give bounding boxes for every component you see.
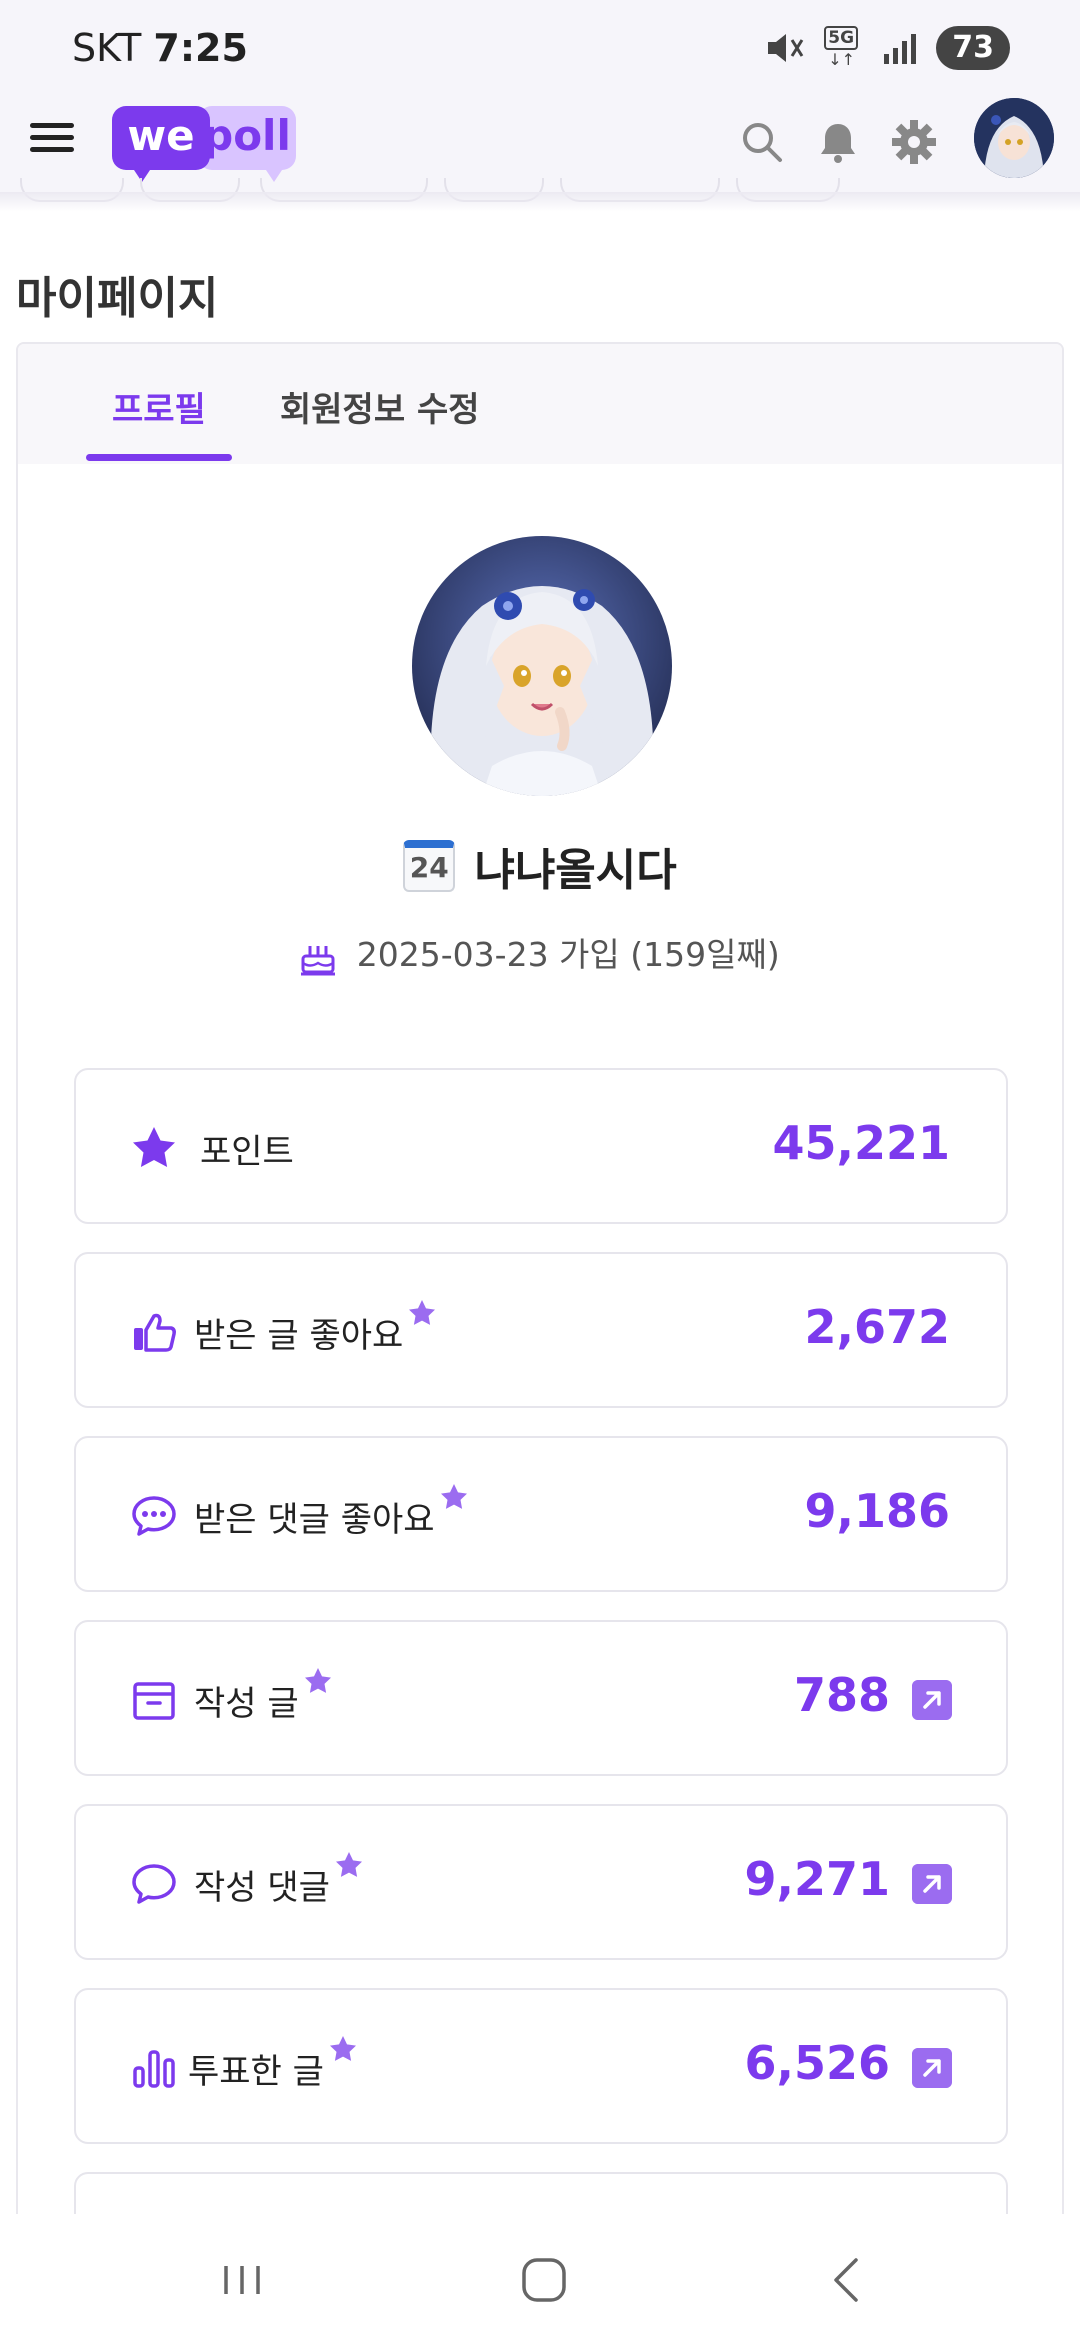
wepoll-logo[interactable]: poll we bbox=[112, 102, 296, 188]
stat-value: 45,221 bbox=[772, 1116, 950, 1170]
stat-written-comments[interactable]: 작성 댓글 9,271 bbox=[74, 1804, 1008, 1960]
logo-we: we bbox=[112, 106, 210, 170]
calendar-icon: 24 bbox=[403, 840, 456, 892]
stat-value: 6,526 bbox=[744, 2036, 890, 2090]
external-link-icon[interactable] bbox=[912, 1864, 952, 1904]
tab-bar: 프로필 회원정보 수정 bbox=[18, 344, 1062, 464]
stat-received-post-likes: 받은 글 좋아요 2,672 bbox=[74, 1252, 1008, 1408]
stat-received-comment-likes: 받은 댓글 좋아요 9,186 bbox=[74, 1436, 1008, 1592]
stat-points: 포인트 45,221 bbox=[74, 1068, 1008, 1224]
star-badge-icon bbox=[304, 1668, 331, 1693]
search-icon[interactable] bbox=[738, 118, 786, 166]
page-title: 마이페이지 bbox=[16, 273, 219, 324]
stat-label: 작성 글 bbox=[194, 1668, 333, 1725]
active-tab-indicator bbox=[86, 454, 232, 461]
battery-indicator: 73 bbox=[936, 26, 1010, 70]
carrier-time: SKT 7:25 bbox=[72, 26, 248, 70]
carrier-label: SKT bbox=[72, 26, 142, 70]
stat-value: 9,271 bbox=[744, 1852, 890, 1906]
signal-icon bbox=[884, 34, 917, 64]
archive-icon bbox=[133, 1682, 175, 1720]
cake-icon bbox=[301, 945, 336, 975]
join-date-text: 2025-03-23 가입 (159일째) bbox=[356, 935, 780, 974]
star-badge-icon bbox=[329, 2036, 356, 2061]
stat-label: 받은 댓글 좋아요 bbox=[194, 1484, 469, 1541]
stat-value: 2,672 bbox=[804, 1300, 950, 1354]
thumbs-up-icon bbox=[134, 1313, 176, 1352]
nickname-row: 24 냐냐올시다 bbox=[18, 834, 1062, 898]
recent-apps-icon[interactable] bbox=[212, 2250, 272, 2310]
stat-label: 받은 글 좋아요 bbox=[194, 1300, 437, 1357]
join-date-row: 2025-03-23 가입 (159일째) bbox=[18, 928, 1062, 976]
external-link-icon[interactable] bbox=[912, 2048, 952, 2088]
system-nav-bar bbox=[0, 2214, 1080, 2340]
profile-avatar bbox=[412, 536, 672, 796]
back-icon[interactable] bbox=[818, 2250, 878, 2310]
network-5g-icon: 5G ↓↑ bbox=[820, 26, 864, 70]
stat-label: 투표한 글 bbox=[188, 2036, 358, 2093]
status-bar: SKT 7:25 5G ↓↑ 73 bbox=[0, 0, 1080, 98]
tab-profile[interactable]: 프로필 bbox=[112, 382, 206, 431]
bar-chart-icon bbox=[133, 2050, 175, 2088]
stat-value: 9,186 bbox=[804, 1484, 950, 1538]
avatar[interactable] bbox=[974, 98, 1054, 178]
mute-icon bbox=[768, 34, 804, 62]
tab-edit-member-info[interactable]: 회원정보 수정 bbox=[280, 382, 480, 431]
stat-value: 788 bbox=[793, 1668, 890, 1722]
star-icon bbox=[133, 1127, 175, 1167]
star-badge-icon bbox=[440, 1484, 467, 1509]
clock: 7:25 bbox=[153, 26, 248, 70]
nickname: 냐냐올시다 bbox=[474, 845, 677, 896]
chat-dots-icon bbox=[132, 1496, 176, 1536]
star-badge-icon bbox=[409, 1300, 436, 1325]
external-link-icon[interactable] bbox=[912, 1680, 952, 1720]
logo-poll: poll bbox=[198, 106, 296, 170]
chat-bubble-icon bbox=[132, 1864, 176, 1904]
mypage-card: 프로필 회원정보 수정 24 냐냐올시다 2025-03-23 가입 (159일… bbox=[16, 342, 1064, 2340]
stat-written-posts[interactable]: 작성 글 788 bbox=[74, 1620, 1008, 1776]
bell-icon[interactable] bbox=[814, 118, 862, 166]
menu-icon[interactable] bbox=[30, 116, 74, 160]
home-icon[interactable] bbox=[514, 2250, 574, 2310]
gear-icon[interactable] bbox=[890, 118, 938, 166]
star-badge-icon bbox=[335, 1852, 362, 1877]
stat-label: 작성 댓글 bbox=[194, 1852, 364, 1909]
stat-voted-posts[interactable]: 투표한 글 6,526 bbox=[74, 1988, 1008, 2144]
stat-label: 포인트 bbox=[200, 1132, 294, 1172]
